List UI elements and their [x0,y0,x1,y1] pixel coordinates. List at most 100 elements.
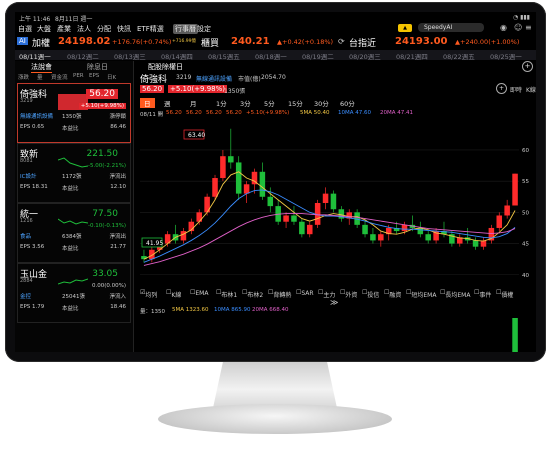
date-item[interactable]: 08/15週五 [208,51,240,61]
ind-trust[interactable]: ☐ 投信 [362,289,379,299]
date-item[interactable]: 08/25週一 [490,51,522,61]
tab-ex-dividend[interactable]: 除息日 [87,62,108,72]
kline-button[interactable]: K線 [526,85,536,94]
tab-rights-date[interactable]: 配股除權日 [148,62,183,72]
period-week[interactable]: 週 [164,98,171,108]
candle-body [283,215,289,222]
date-item[interactable]: 08/20週三 [349,51,381,61]
ind-boll1[interactable]: ☐ 布林1 [216,289,237,299]
volume-legend: 量：1350 5MA 1323.60 10MA 865.90 20MA 668.… [134,307,536,316]
menu-item-distribution[interactable]: 分配 [97,24,111,34]
period-3m[interactable]: 3分 [240,98,251,108]
candlestick-chart[interactable]: 60 55 50 45 40 63.40 41.95 [134,121,536,286]
pe-value: 21.77 [110,244,126,250]
stock-change: +5.10(+9.98%) [78,103,126,109]
eye-icon[interactable]: ◉ [500,23,507,32]
user-icon[interactable]: ☺ [514,23,522,32]
date-item[interactable]: 08/19週二 [302,51,334,61]
ind-long-ema[interactable]: ☐ 長均EMA [440,289,470,299]
stock-price: 56.20 [86,89,118,99]
ma-legend: 08/11 開 56.20 56.20 56.20 56.20 +5.10(+9… [134,109,536,119]
period-60m[interactable]: 60分 [340,98,355,108]
period-30m[interactable]: 30分 [314,98,329,108]
stock-eps: EPS 18.31 [20,184,48,190]
date-item[interactable]: 08/11週一 [19,51,51,61]
ind-margin[interactable]: ☐ 融資 [384,289,401,299]
volume-chart[interactable] [134,316,536,352]
col-eps[interactable]: EPS [89,73,99,79]
period-5m[interactable]: 5分 [264,98,275,108]
ind-event[interactable]: ☐ 事件 [474,289,491,299]
stock-flow: 淨流出 [109,234,126,240]
ind-main-force[interactable]: ☐ 主力 [318,289,335,299]
y-tick-label: 55 [522,179,529,185]
stock-code: 3219 [20,98,33,104]
menu-item-institutions[interactable]: 法人 [77,24,91,34]
stock-card-3219[interactable]: 倚強科 3219 56.20 +5.10(+9.98%) 無線通訊設備 1350… [17,83,131,143]
period-day[interactable]: 日 [140,98,155,108]
col-per[interactable]: PER [73,73,84,79]
ind-kline[interactable]: ☐ K線 [166,289,181,299]
ind-heat[interactable]: ☐ 背轉熱 [268,289,291,299]
col-flow[interactable]: 資金流 [51,73,68,81]
volume-bar [512,318,518,352]
period-15m[interactable]: 15分 [288,98,303,108]
expand-chevron-icon[interactable]: ≫ [330,298,338,307]
date-item[interactable]: 08/13週三 [114,51,146,61]
ind-ma[interactable]: ☑ 均列 [140,289,157,299]
menu-item-industry[interactable]: 產業 [57,24,71,34]
ind-short-ema[interactable]: ☐ 短均EMA [406,289,436,299]
candle-body [259,171,266,197]
stock-eps: EPS 0.65 [20,124,45,130]
low-label: 41.95 [146,240,163,247]
sparkline [58,157,88,168]
date-item[interactable]: 08/14週四 [161,51,193,61]
index-ticker: AI 加權 24198.02 +176.76(+0.74%) +716.99億 … [15,35,536,49]
legend-change: +5.10(+9.98%) [246,110,290,116]
add-icon[interactable]: + [522,61,533,72]
date-item[interactable]: 08/18週一 [255,51,287,61]
realtime-button[interactable]: 即時 [510,85,522,94]
date-item[interactable]: 08/22週五 [443,51,475,61]
date-item[interactable]: 08/21週四 [396,51,428,61]
period-month[interactable]: 月 [190,98,197,108]
candle-body [299,221,305,235]
ind-boll2[interactable]: ☐ 布林2 [242,289,263,299]
period-1m[interactable]: 1分 [216,98,227,108]
col-change[interactable]: 漲跌 [18,73,29,81]
stock-industry: IC設計 [20,174,37,180]
menu-item-calendar[interactable]: 行事曆 [173,24,198,34]
menu-item-settings[interactable]: 設定 [197,24,211,34]
ind-sar[interactable]: ☐ SAR [296,289,314,297]
menu-item-news[interactable]: 快訊 [117,24,131,34]
symbol-name: 倚強科 [140,75,168,85]
menu-icon[interactable]: ≡ [525,23,532,32]
col-volume[interactable]: 量 [37,73,43,81]
plus-icon[interactable]: + [496,83,507,94]
speedy-ai-search[interactable]: SpeedyAI [418,23,484,32]
col-daily-k[interactable]: 日K [107,73,116,81]
stock-card-8081[interactable]: 致新 8081 221.50 -5.00(-2.21%) IC設計 1172張 … [17,143,131,203]
menu-item-market[interactable]: 大盤 [37,24,51,34]
candle-body [472,240,479,247]
stock-card-1216[interactable]: 統一 1216 77.50 -0.10(-0.13%) 食品 6384張 淨流出… [17,203,131,263]
sparkline [58,278,88,285]
stock-eps: EPS 1.79 [20,304,45,310]
left-panel: 法說會 除息日 漲跌 量 資金流 PER EPS 日K 倚強科 3219 56.… [15,61,134,352]
symbol-quote: 56.20 +5.10(+9.98%) 1350張 + 即時 K線 [134,83,536,95]
menu-item-etf[interactable]: ETF精選 [137,24,164,34]
candle-body [228,156,234,163]
ind-ema[interactable]: ☐ EMA [190,289,208,297]
legend-ma10: 10MA 47.60 [338,110,371,116]
candle-body [235,162,242,194]
futures-label: 台指近 [349,39,377,49]
refresh-icon[interactable]: ⟳ [338,37,345,46]
date-item[interactable]: 08/12週二 [67,51,99,61]
menu-item-watchlist[interactable]: 自選 [18,24,32,34]
ind-bond[interactable]: ☐ 債權 [496,289,513,299]
stock-card-2884[interactable]: 玉山金 2884 33.05 0.00(0.00%) 金控 25041張 淨流入… [17,263,131,323]
candle-body [220,156,226,179]
pe-label: 本益比 [62,306,79,312]
y-tick-label: 50 [522,210,529,216]
ind-foreign[interactable]: ☐ 外資 [340,289,357,299]
